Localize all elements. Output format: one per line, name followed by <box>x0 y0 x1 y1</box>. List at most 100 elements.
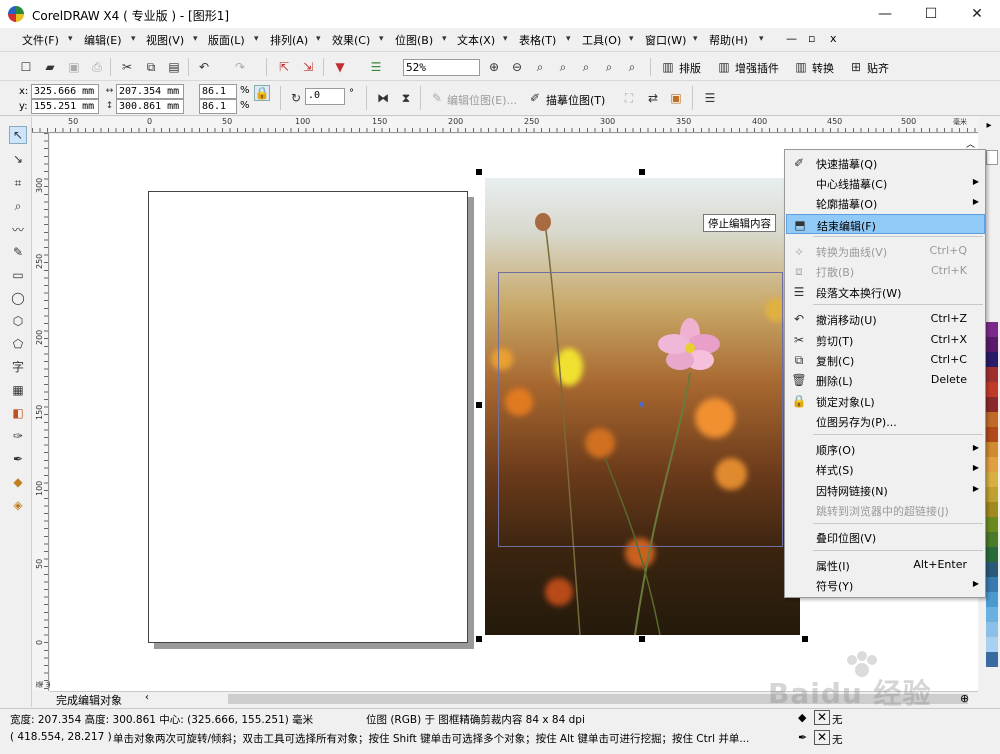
selection-handle[interactable] <box>476 636 482 642</box>
menu-arrange[interactable]: 排列(A) <box>270 32 308 48</box>
color-swatch[interactable] <box>986 367 998 382</box>
page-tab[interactable]: 完成编辑对象 <box>56 692 122 708</box>
selection-handle[interactable] <box>476 402 482 408</box>
table-tool-icon[interactable]: ▦ <box>9 381 27 399</box>
freehand-tool-icon[interactable]: 〰 <box>9 220 27 238</box>
menu-item-text-wrap[interactable]: ☰ 段落文本换行(W) <box>786 282 985 302</box>
scroll-left-icon[interactable]: ‹ <box>145 692 149 703</box>
resample-icon[interactable]: ⇄ <box>645 90 661 106</box>
copy-icon[interactable]: ⧉ <box>143 59 159 75</box>
x-position-field[interactable]: 325.666 mm <box>31 84 99 99</box>
selection-handle[interactable] <box>476 169 482 175</box>
color-swatch[interactable] <box>986 427 998 442</box>
menu-table[interactable]: 表格(T) <box>519 32 556 48</box>
zoom-width-icon[interactable]: ⌕ <box>601 59 617 75</box>
text-tool-icon[interactable]: 字 <box>9 357 27 375</box>
zoom-selected-icon[interactable]: ⌕ <box>532 59 548 75</box>
color-swatch[interactable] <box>986 382 998 397</box>
document-page[interactable] <box>148 191 468 643</box>
menu-item-overprint-bitmap[interactable]: 叠印位图(V) <box>786 527 985 547</box>
menu-item-break-apart[interactable]: ⧈ 打散(B) Ctrl+K <box>786 261 985 281</box>
import-icon[interactable]: ⇱ <box>276 59 292 75</box>
color-swatch[interactable] <box>986 397 998 412</box>
menu-item-quick-trace[interactable]: ✐ 快速描摹(Q) <box>786 153 985 173</box>
menu-layout[interactable]: 版面(L) <box>208 32 245 48</box>
y-position-field[interactable]: 155.251 mm <box>31 99 99 114</box>
welcome-screen-icon[interactable]: ☰ <box>368 59 384 75</box>
polygon-tool-icon[interactable]: ⬡ <box>9 312 27 330</box>
menu-text[interactable]: 文本(X) <box>457 32 495 48</box>
fill-tool-icon[interactable]: ◆ <box>9 473 27 491</box>
color-swatch[interactable] <box>986 517 998 532</box>
redo-icon[interactable]: ↷ <box>232 59 248 75</box>
interactive-blend-tool-icon[interactable]: ◧ <box>9 404 27 422</box>
selection-handle[interactable] <box>802 636 808 642</box>
zoom-corner-icon[interactable]: ⊕ <box>960 692 969 705</box>
color-swatch[interactable] <box>986 547 998 562</box>
menu-item-cut[interactable]: ✂ 剪切(T) Ctrl+X <box>786 330 985 350</box>
height-field[interactable]: 300.861 mm <box>116 99 184 114</box>
close-button[interactable]: ✕ <box>954 0 1000 28</box>
color-swatch[interactable] <box>986 412 998 427</box>
maximize-button[interactable]: ☐ <box>908 0 954 28</box>
menu-item-symbol[interactable]: 符号(Y) ▶ <box>786 575 985 595</box>
menu-item-undo-move[interactable]: ↶ 撤消移动(U) Ctrl+Z <box>786 309 985 329</box>
mirror-vertical-icon[interactable]: ⧗ <box>398 90 414 106</box>
rectangle-tool-icon[interactable]: ▭ <box>9 266 27 284</box>
snap-icon[interactable]: ⊞ <box>848 59 864 75</box>
convert-button[interactable]: 转换 <box>812 60 834 76</box>
no-outline-swatch-icon[interactable]: ✕ <box>814 730 830 745</box>
no-fill-swatch-icon[interactable]: ✕ <box>814 710 830 725</box>
zoom-out-icon[interactable]: ⊖ <box>509 59 525 75</box>
scale-y-field[interactable]: 86.1 <box>199 99 237 114</box>
menu-item-finish-edit[interactable]: ⬒ 结束编辑(F) <box>786 214 985 234</box>
menu-effects[interactable]: 效果(C) <box>332 32 370 48</box>
color-swatch[interactable] <box>986 487 998 502</box>
minimize-button[interactable]: — <box>862 0 908 28</box>
paste-icon[interactable]: ▤ <box>166 59 182 75</box>
eyedropper-tool-icon[interactable]: ✑ <box>9 427 27 445</box>
color-swatch[interactable] <box>986 622 998 637</box>
menu-item-properties[interactable]: 属性(I) Alt+Enter <box>786 555 985 575</box>
lock-ratio-icon[interactable]: 🔒 <box>254 85 270 101</box>
menu-view[interactable]: 视图(V) <box>146 32 184 48</box>
rotation-field[interactable]: .0 <box>305 88 345 105</box>
zoom-level-select[interactable]: 52% <box>403 59 480 76</box>
color-swatch[interactable] <box>986 607 998 622</box>
edit-bitmap-button[interactable]: 编辑位图(E)... <box>447 92 517 108</box>
bitmap-color-mask-icon[interactable]: ▣ <box>668 90 684 106</box>
new-document-icon[interactable]: ☐ <box>18 59 34 75</box>
menu-item-convert-to-curves[interactable]: ⟡ 转换为曲线(V) Ctrl+Q <box>786 241 985 261</box>
menu-edit[interactable]: 编辑(E) <box>84 32 122 48</box>
menu-item-lock-object[interactable]: 🔒 锁定对象(L) <box>786 391 985 411</box>
trace-bitmap-button[interactable]: 描摹位图(T) <box>546 92 605 108</box>
color-swatch[interactable] <box>986 337 998 352</box>
color-swatch[interactable] <box>986 442 998 457</box>
doc-close-button[interactable]: x <box>830 32 837 45</box>
zoom-tool-icon[interactable]: ⌕ <box>9 197 27 215</box>
typeset-button[interactable]: 排版 <box>679 60 701 76</box>
width-field[interactable]: 207.354 mm <box>116 84 184 99</box>
color-swatch[interactable] <box>986 150 998 165</box>
scroll-up-icon[interactable]: ︿ <box>966 137 975 150</box>
selection-handle[interactable] <box>639 169 645 175</box>
color-swatch[interactable] <box>986 652 998 667</box>
outline-tool-icon[interactable]: ✒ <box>9 450 27 468</box>
scale-x-field[interactable]: 86.1 <box>199 84 237 99</box>
color-swatch[interactable] <box>986 322 998 337</box>
color-swatch[interactable] <box>986 532 998 547</box>
menu-item-order[interactable]: 顺序(O) ▶ <box>786 439 985 459</box>
menu-item-copy[interactable]: ⧉ 复制(C) Ctrl+C <box>786 350 985 370</box>
export-icon[interactable]: ⇲ <box>300 59 316 75</box>
menu-item-styles[interactable]: 样式(S) ▶ <box>786 459 985 479</box>
smart-fill-tool-icon[interactable]: ✎ <box>9 243 27 261</box>
zoom-in-icon[interactable]: ⊕ <box>486 59 502 75</box>
cut-icon[interactable]: ✂ <box>119 59 135 75</box>
menu-tools[interactable]: 工具(O) <box>582 32 621 48</box>
crop-icon[interactable]: ⛶ <box>621 90 637 106</box>
menu-window[interactable]: 窗口(W) <box>645 32 686 48</box>
mirror-horizontal-icon[interactable]: ⧓ <box>375 90 391 106</box>
color-swatch[interactable] <box>986 352 998 367</box>
plugins-icon[interactable]: ▥ <box>716 59 732 75</box>
menu-item-outline-trace[interactable]: 轮廓描摹(O) ▶ <box>786 193 985 213</box>
